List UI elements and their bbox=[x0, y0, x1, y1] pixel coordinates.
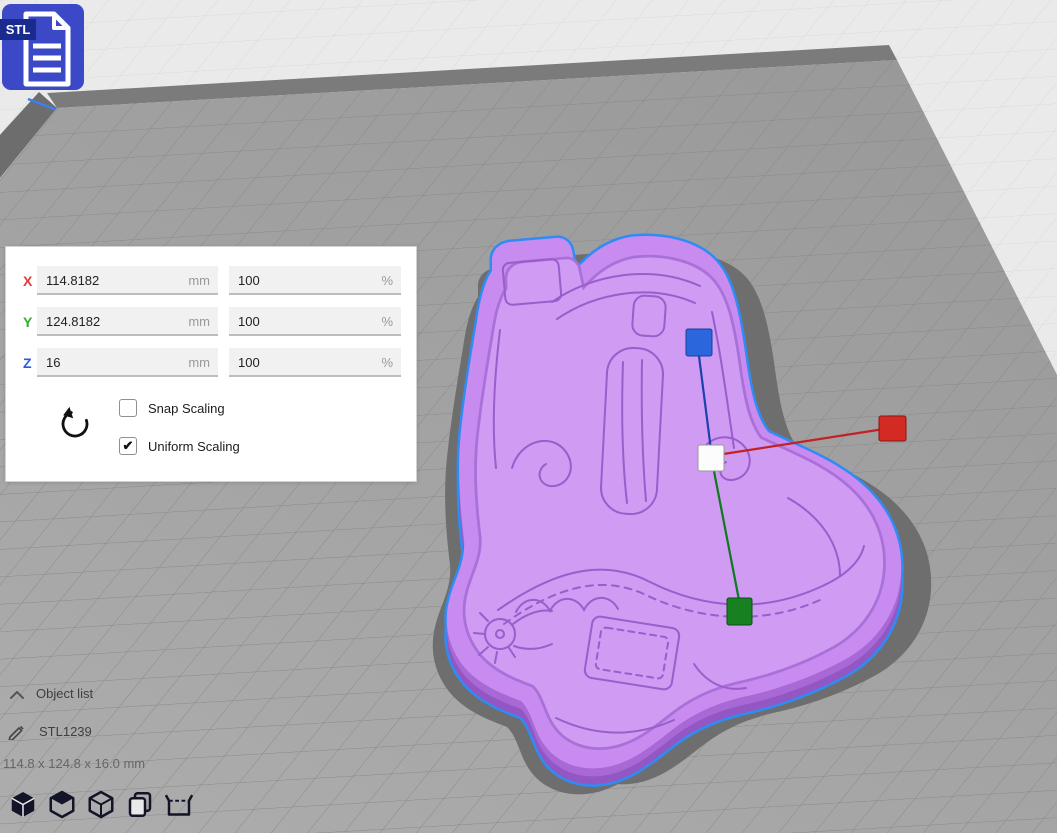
object-list-item-name[interactable]: STL1239 bbox=[39, 724, 92, 739]
snap-scaling-option[interactable]: Snap Scaling bbox=[119, 399, 225, 417]
axis-x-label: X bbox=[23, 266, 32, 297]
scale-handle-center[interactable] bbox=[698, 445, 724, 471]
axis-y-label: Y bbox=[23, 307, 32, 338]
axis-z-label: Z bbox=[23, 348, 32, 379]
snap-scaling-checkbox[interactable] bbox=[119, 399, 137, 417]
copy-pages-icon[interactable] bbox=[125, 789, 155, 820]
uniform-scaling-label: Uniform Scaling bbox=[148, 439, 240, 454]
object-list-header[interactable]: Object list bbox=[36, 686, 93, 701]
scale-x-mm-value: 114.8182 bbox=[46, 273, 99, 288]
cube-wireframe-icon[interactable] bbox=[86, 789, 116, 820]
stl-file-badge: STL bbox=[0, 2, 90, 96]
scale-tool-panel: X 114.8182 mm 100 % Y 124.8182 mm 100 % … bbox=[5, 246, 417, 482]
scale-row-z: Z 16 mm 100 % bbox=[6, 348, 416, 379]
scale-row-y: Y 124.8182 mm 100 % bbox=[6, 307, 416, 338]
scale-y-percent-unit: % bbox=[381, 307, 393, 336]
scale-y-percent-input[interactable]: 100 % bbox=[229, 307, 401, 336]
scale-handle-z[interactable] bbox=[686, 329, 712, 356]
scale-x-percent-value: 100 bbox=[238, 273, 260, 288]
scale-z-mm-unit: mm bbox=[188, 348, 210, 377]
scale-y-percent-value: 100 bbox=[238, 314, 260, 329]
model-dimensions: 114.8 x 124.8 x 16.0 mm bbox=[3, 756, 145, 771]
scale-y-mm-unit: mm bbox=[188, 307, 210, 336]
scale-handle-y[interactable] bbox=[727, 598, 752, 625]
scale-x-percent-input[interactable]: 100 % bbox=[229, 266, 401, 295]
scale-y-mm-value: 124.8182 bbox=[46, 314, 100, 329]
cube-solid-icon[interactable] bbox=[8, 789, 38, 820]
reset-scale-icon bbox=[58, 403, 90, 439]
scale-y-mm-input[interactable]: 124.8182 mm bbox=[37, 307, 218, 336]
scale-z-percent-input[interactable]: 100 % bbox=[229, 348, 401, 377]
uniform-scaling-option[interactable]: ✔ Uniform Scaling bbox=[119, 437, 240, 455]
scale-z-percent-unit: % bbox=[381, 348, 393, 377]
scale-x-percent-unit: % bbox=[381, 266, 393, 295]
scale-z-mm-input[interactable]: 16 mm bbox=[37, 348, 218, 377]
application-window: STL X 114.8182 mm 100 % Y 124.8182 mm 10… bbox=[0, 0, 1057, 833]
scale-x-mm-input[interactable]: 114.8182 mm bbox=[37, 266, 218, 295]
uniform-scaling-checkbox[interactable]: ✔ bbox=[119, 437, 137, 455]
box-open-icon[interactable] bbox=[164, 789, 194, 820]
scale-handle-x[interactable] bbox=[879, 416, 906, 441]
chevron-up-icon[interactable] bbox=[8, 688, 26, 700]
view-toolbar bbox=[8, 789, 194, 820]
snap-scaling-label: Snap Scaling bbox=[148, 401, 225, 416]
scale-x-mm-unit: mm bbox=[188, 266, 210, 295]
pencil-icon[interactable] bbox=[7, 722, 25, 740]
scale-z-mm-value: 16 bbox=[46, 355, 60, 370]
scale-row-x: X 114.8182 mm 100 % bbox=[6, 266, 416, 297]
cube-shaded-icon[interactable] bbox=[47, 789, 77, 820]
reset-scale-button[interactable] bbox=[54, 403, 96, 445]
stl-badge-label: STL bbox=[6, 22, 31, 37]
scale-z-percent-value: 100 bbox=[238, 355, 260, 370]
